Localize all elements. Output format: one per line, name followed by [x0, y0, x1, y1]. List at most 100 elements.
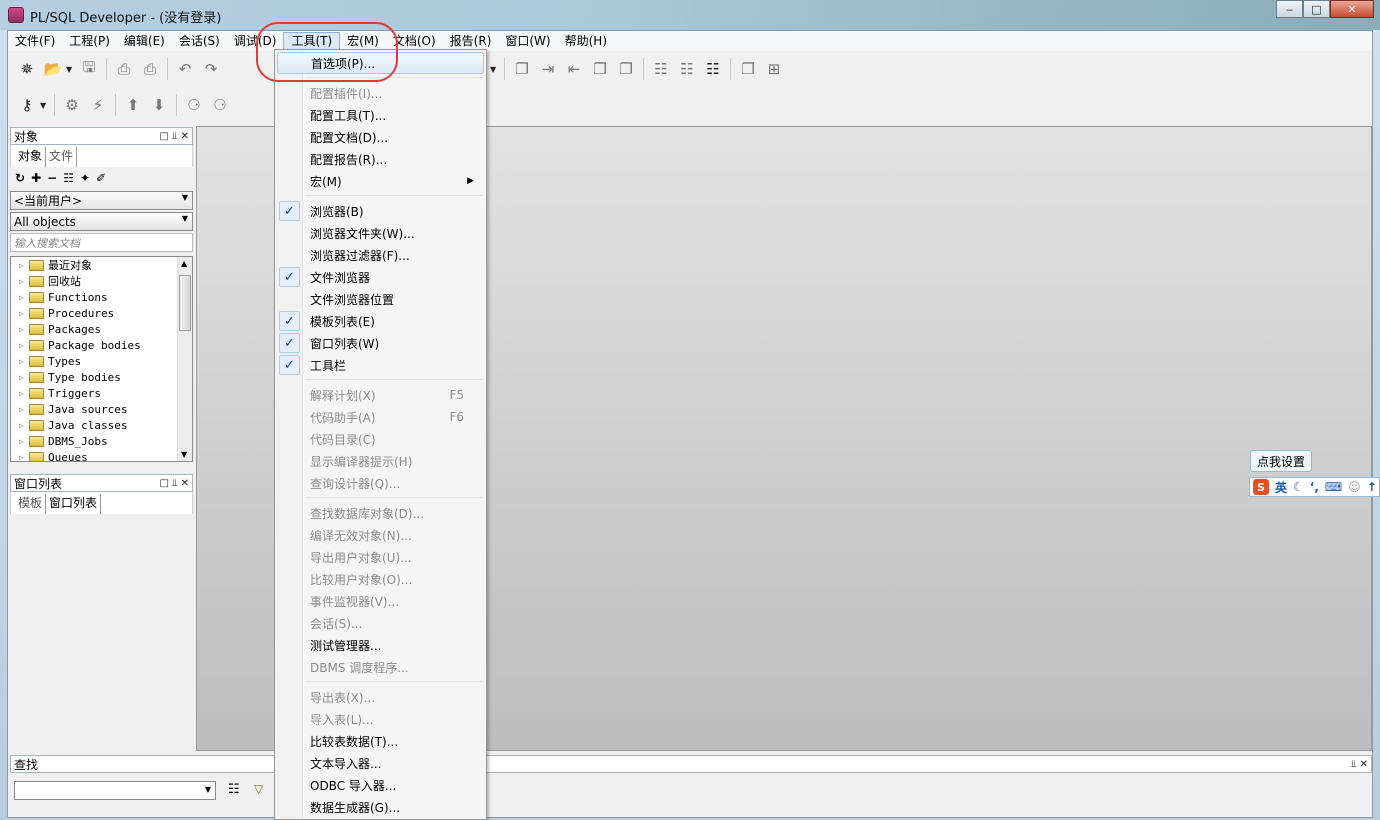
tree-item[interactable]: ▷ Procedures: [11, 305, 192, 321]
document-icon[interactable]: ❐: [509, 57, 535, 81]
expand-icon[interactable]: ▷: [19, 405, 29, 414]
chevron-down-icon[interactable]: ▼: [66, 65, 76, 74]
tools-menu-item[interactable]: 比较用户对象(O)...: [277, 568, 484, 590]
tools-menu-item[interactable]: 代码目录(C): [277, 428, 484, 450]
tree-item[interactable]: ▷ Packages: [11, 321, 192, 337]
tools-menu-item[interactable]: 数据生成器(G)...: [277, 796, 484, 818]
expand-icon[interactable]: ▷: [19, 453, 29, 462]
panel-restore-icon[interactable]: □: [160, 478, 169, 489]
title-bar[interactable]: PL/SQL Developer - (没有登录) ‒ □ ✕: [0, 0, 1380, 30]
print-preview-icon[interactable]: ⎙: [137, 57, 163, 81]
refresh-icon[interactable]: ↻: [15, 171, 25, 185]
chevron-down-icon[interactable]: ▼: [490, 65, 500, 74]
chevron-down-icon[interactable]: ▼: [182, 193, 188, 202]
tree-item[interactable]: ▷ Java classes: [11, 417, 192, 433]
replace-icon[interactable]: ☷: [674, 57, 700, 81]
outdent-icon[interactable]: ⇤: [561, 57, 587, 81]
expand-icon[interactable]: ▷: [19, 437, 29, 446]
find-input[interactable]: ▼: [14, 781, 216, 800]
expand-icon[interactable]: ▷: [19, 373, 29, 382]
tools-menu-item[interactable]: 查询设计器(Q)...: [277, 472, 484, 494]
tools-menu-item[interactable]: 比较表数据(T)...: [277, 730, 484, 752]
expand-icon[interactable]: ▷: [19, 421, 29, 430]
tools-menu-item[interactable]: 事件监视器(V)...: [277, 590, 484, 612]
new-icon[interactable]: ✵: [14, 57, 40, 81]
tree-scrollbar[interactable]: ▲ ▼: [177, 257, 192, 461]
tree-item[interactable]: ▷ Types: [11, 353, 192, 369]
expand-icon[interactable]: ▷: [19, 309, 29, 318]
break-icon[interactable]: ⚡: [85, 93, 111, 117]
ime-mode-label[interactable]: 英: [1275, 479, 1287, 496]
binoculars-icon[interactable]: ☷: [228, 782, 240, 797]
find-icon[interactable]: ☷: [648, 57, 674, 81]
scroll-thumb[interactable]: [179, 275, 191, 331]
maximize-button[interactable]: □: [1303, 0, 1330, 18]
user-combo[interactable]: <当前用户> ▼: [10, 191, 193, 210]
tools-menu-item[interactable]: 显示编译器提示(H): [277, 450, 484, 472]
object-tree[interactable]: ▷ 最近对象 ▷ 回收站 ▷ Functions ▷ Procedures ▷ Packages ▷…: [10, 256, 193, 462]
open-folder-icon[interactable]: 📂: [40, 57, 66, 81]
tools-menu-item[interactable]: 查找数据库对象(D)...: [277, 502, 484, 524]
menu-2[interactable]: 编辑(E): [117, 32, 172, 50]
tree-item[interactable]: ▷ Java sources: [11, 401, 192, 417]
tools-menu-item[interactable]: ✓ 窗口列表(W): [277, 332, 484, 354]
add-icon[interactable]: ✚: [31, 171, 41, 185]
arrow-up-icon[interactable]: ↑: [1367, 480, 1377, 494]
filter-edit-icon[interactable]: ✐: [96, 171, 106, 185]
tree-item[interactable]: ▷ Type bodies: [11, 369, 192, 385]
scroll-up-icon[interactable]: ▲: [181, 259, 187, 268]
filter-icon[interactable]: ✦: [80, 171, 90, 185]
plsql-app-icon[interactable]: [8, 7, 24, 23]
expand-icon[interactable]: ▷: [19, 293, 29, 302]
indent-icon[interactable]: ⇥: [535, 57, 561, 81]
tab-window-list[interactable]: 窗口列表: [46, 494, 102, 514]
menu-1[interactable]: 工程(P): [62, 32, 117, 50]
tree-item[interactable]: ▷ Queues: [11, 449, 192, 462]
disconnect-icon[interactable]: ⚆: [207, 93, 233, 117]
tools-menu-item[interactable]: ODBC 导入器...: [277, 774, 484, 796]
scroll-down-icon[interactable]: ▼: [181, 450, 187, 459]
tools-menu-item[interactable]: 代码助手(A) F6: [277, 406, 484, 428]
rollback-icon[interactable]: ⬇: [146, 93, 172, 117]
tree-item[interactable]: ▷ 回收站: [11, 273, 192, 289]
tools-menu-item[interactable]: 导入表(L)...: [277, 708, 484, 730]
expand-icon[interactable]: ▷: [19, 389, 29, 398]
tab-files[interactable]: 文件: [46, 147, 78, 167]
tools-menu-item[interactable]: 浏览器文件夹(W)...: [277, 222, 484, 244]
pin-icon[interactable]: ⫫: [172, 131, 178, 142]
tools-menu-item[interactable]: 导出表(X)...: [277, 686, 484, 708]
tile-windows-icon[interactable]: ⊞: [761, 57, 787, 81]
punctuation-icon[interactable]: ‘,: [1310, 480, 1319, 494]
tools-menu-item[interactable]: 配置插件(I)...: [277, 82, 484, 104]
ime-tooltip[interactable]: 点我设置: [1250, 450, 1312, 472]
tab-templates[interactable]: 模板: [15, 494, 47, 514]
tools-menu-item[interactable]: 浏览器过滤器(F)...: [277, 244, 484, 266]
user-icon[interactable]: ☺: [1348, 480, 1361, 494]
pin-icon[interactable]: ⫫: [172, 478, 178, 489]
expand-icon[interactable]: ▷: [19, 357, 29, 366]
panel-restore-icon[interactable]: □: [160, 131, 169, 142]
binoculars-icon[interactable]: ☷: [63, 171, 74, 185]
ime-toolbar[interactable]: S 英 ☾ ‘, ⌨ ☺ ↑: [1249, 477, 1380, 497]
chevron-down-icon[interactable]: ▼: [182, 214, 188, 223]
find-options-icon[interactable]: ▽: [254, 782, 263, 796]
menu-10[interactable]: 帮助(H): [558, 32, 614, 50]
chevron-down-icon[interactable]: ▼: [40, 101, 50, 110]
key-icon[interactable]: ⚷: [14, 93, 40, 117]
tab-objects[interactable]: 对象: [15, 147, 47, 167]
tools-menu-item[interactable]: 文本导入器...: [277, 752, 484, 774]
save-icon[interactable]: 🖫: [76, 57, 102, 81]
menu-9[interactable]: 窗口(W): [498, 32, 557, 50]
keyboard-icon[interactable]: ⌨: [1325, 480, 1342, 494]
expand-icon[interactable]: ▷: [19, 341, 29, 350]
pin-icon[interactable]: ⫫: [1351, 759, 1357, 770]
cascade-windows-icon[interactable]: ❐: [735, 57, 761, 81]
minimize-button[interactable]: ‒: [1276, 0, 1303, 18]
sogou-logo-icon[interactable]: S: [1253, 479, 1269, 495]
tools-menu-item[interactable]: 解释计划(X) F5: [277, 384, 484, 406]
tools-menu-item[interactable]: ✓ 浏览器(B): [277, 200, 484, 222]
undo-icon[interactable]: ↶: [172, 57, 198, 81]
gear-icon[interactable]: ⚙: [59, 93, 85, 117]
tools-menu-item[interactable]: 编译无效对象(N)...: [277, 524, 484, 546]
tools-menu-item[interactable]: 配置报告(R)...: [277, 148, 484, 170]
